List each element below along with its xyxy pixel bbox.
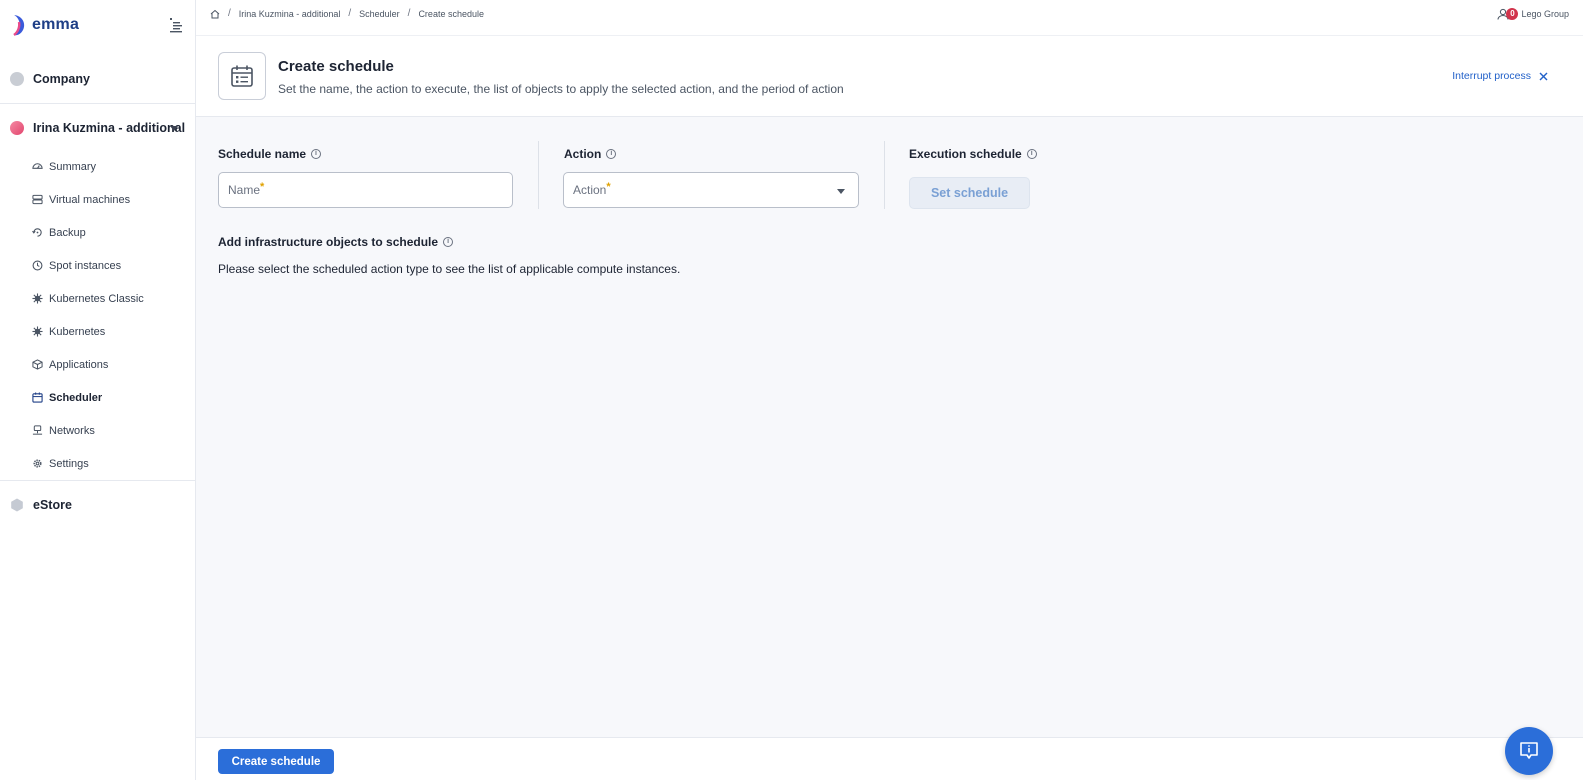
header-icon-box bbox=[218, 52, 266, 100]
gear-icon bbox=[33, 459, 42, 468]
app-logo[interactable]: emma bbox=[12, 14, 79, 36]
interrupt-process-button[interactable]: Interrupt process bbox=[1452, 70, 1548, 82]
project-avatar-icon bbox=[10, 121, 24, 135]
server-icon bbox=[32, 194, 43, 205]
calendar-icon bbox=[231, 65, 253, 87]
sidebar-item-label: Kubernetes bbox=[49, 325, 106, 338]
org-name: Lego Group bbox=[1521, 9, 1569, 19]
support-chat-button[interactable] bbox=[1505, 727, 1553, 775]
create-schedule-button[interactable]: Create schedule bbox=[218, 749, 334, 774]
page-header: Create schedule Set the name, the action… bbox=[196, 36, 1583, 117]
breadcrumb: / Irina Kuzmina - additional / Scheduler… bbox=[210, 8, 484, 19]
chevron-down-icon[interactable] bbox=[170, 126, 178, 131]
info-icon[interactable]: i bbox=[606, 149, 617, 159]
emma-logo-icon bbox=[13, 15, 25, 36]
close-icon bbox=[1539, 72, 1548, 80]
name-placeholder: Name bbox=[228, 183, 261, 197]
sidebar-item-settings[interactable]: Settings bbox=[32, 447, 182, 480]
info-icon[interactable]: i bbox=[311, 149, 322, 159]
estore-hexagon-icon bbox=[11, 498, 23, 512]
sidebar-item-label: Backup bbox=[49, 226, 86, 239]
page-title: Create schedule bbox=[278, 58, 394, 75]
label-text: Action bbox=[564, 147, 602, 161]
sidebar-item-label: Networks bbox=[49, 424, 95, 437]
sidebar-section-company[interactable]: Company bbox=[10, 72, 190, 86]
chat-info-icon bbox=[1520, 742, 1538, 759]
sidebar-item-label: Summary bbox=[49, 160, 97, 173]
info-icon[interactable]: i bbox=[1026, 149, 1037, 159]
objects-hint: Please select the scheduled action type … bbox=[218, 262, 681, 276]
cube-icon bbox=[32, 359, 43, 370]
breadcrumb-separator: / bbox=[348, 8, 352, 19]
breadcrumb-item-scheduler[interactable]: Scheduler bbox=[359, 9, 400, 19]
action-label: Action i bbox=[564, 147, 617, 161]
info-icon[interactable]: i bbox=[443, 237, 454, 247]
app-name: emma bbox=[32, 16, 80, 33]
sidebar: emma Company Irina Kuzmina - additional … bbox=[0, 0, 196, 780]
sidebar-item-kubernetes[interactable]: Kubernetes bbox=[32, 315, 182, 348]
kubernetes-icon bbox=[32, 293, 43, 304]
sidebar-item-scheduler[interactable]: Scheduler bbox=[32, 381, 182, 414]
backup-icon bbox=[32, 228, 42, 237]
calendar-icon bbox=[32, 392, 43, 403]
label-text: Execution schedule bbox=[909, 147, 1022, 161]
page-subtitle: Set the name, the action to execute, the… bbox=[278, 82, 844, 96]
column-divider bbox=[884, 141, 885, 209]
network-icon bbox=[32, 425, 43, 435]
label-text: Add infrastructure objects to schedule bbox=[218, 235, 439, 249]
required-mark: * bbox=[260, 181, 265, 193]
top-bar: / Irina Kuzmina - additional / Scheduler… bbox=[196, 0, 1583, 36]
collapse-sidebar-icon[interactable] bbox=[168, 16, 184, 34]
set-schedule-button[interactable]: Set schedule bbox=[909, 177, 1030, 209]
sidebar-item-label: Kubernetes Classic bbox=[49, 292, 144, 305]
sidebar-item-label: Applications bbox=[49, 358, 109, 371]
user-menu[interactable]: 0 Lego Group bbox=[1497, 8, 1569, 20]
chevron-down-icon bbox=[837, 189, 845, 194]
sidebar-item-label: Scheduler bbox=[49, 391, 103, 404]
action-select[interactable]: Action * bbox=[563, 172, 859, 208]
sidebar-item-label: Virtual machines bbox=[49, 193, 131, 206]
notification-badge: 0 bbox=[1506, 8, 1519, 20]
infrastructure-objects-label: Add infrastructure objects to schedule i bbox=[218, 235, 454, 249]
required-mark: * bbox=[606, 181, 611, 193]
interrupt-label: Interrupt process bbox=[1452, 70, 1531, 82]
clock-icon bbox=[32, 260, 43, 271]
schedule-name-input[interactable]: Name * bbox=[218, 172, 513, 208]
schedule-name-label: Schedule name i bbox=[218, 147, 322, 161]
breadcrumb-separator: / bbox=[228, 8, 231, 19]
sidebar-nav: Summary Virtual machines Backup Spot ins… bbox=[32, 150, 182, 480]
sidebar-item-backup[interactable]: Backup bbox=[32, 216, 182, 249]
execution-schedule-label: Execution schedule i bbox=[909, 147, 1037, 161]
kubernetes-icon bbox=[32, 326, 43, 337]
sidebar-section-estore[interactable]: eStore bbox=[10, 498, 190, 512]
breadcrumb-item-project[interactable]: Irina Kuzmina - additional bbox=[239, 9, 341, 19]
divider bbox=[0, 480, 195, 481]
section-label: Irina Kuzmina - additional bbox=[33, 121, 186, 135]
sidebar-item-applications[interactable]: Applications bbox=[32, 348, 182, 381]
home-icon[interactable] bbox=[210, 9, 220, 19]
breadcrumb-item-current: Create schedule bbox=[418, 8, 484, 19]
column-divider bbox=[538, 141, 539, 209]
breadcrumb-separator: / bbox=[407, 8, 411, 19]
action-placeholder: Action bbox=[573, 183, 607, 197]
sidebar-item-label: Spot instances bbox=[49, 259, 122, 272]
dashboard-icon bbox=[32, 163, 43, 169]
sidebar-item-virtual-machines[interactable]: Virtual machines bbox=[32, 183, 182, 216]
sidebar-item-summary[interactable]: Summary bbox=[32, 150, 182, 183]
label-text: Schedule name bbox=[218, 147, 307, 161]
sidebar-item-spot-instances[interactable]: Spot instances bbox=[32, 249, 182, 282]
divider bbox=[0, 103, 195, 104]
main-content: Schedule name i Name * Action i Action * E… bbox=[196, 117, 1583, 737]
section-label: eStore bbox=[33, 498, 72, 512]
sidebar-item-label: Settings bbox=[49, 457, 89, 470]
sidebar-section-project[interactable]: Irina Kuzmina - additional bbox=[10, 121, 190, 135]
sidebar-item-networks[interactable]: Networks bbox=[32, 414, 182, 447]
company-avatar-icon bbox=[10, 72, 24, 86]
section-label: Company bbox=[33, 72, 90, 86]
footer: Create schedule bbox=[196, 737, 1583, 780]
sidebar-item-kubernetes-classic[interactable]: Kubernetes Classic bbox=[32, 282, 182, 315]
